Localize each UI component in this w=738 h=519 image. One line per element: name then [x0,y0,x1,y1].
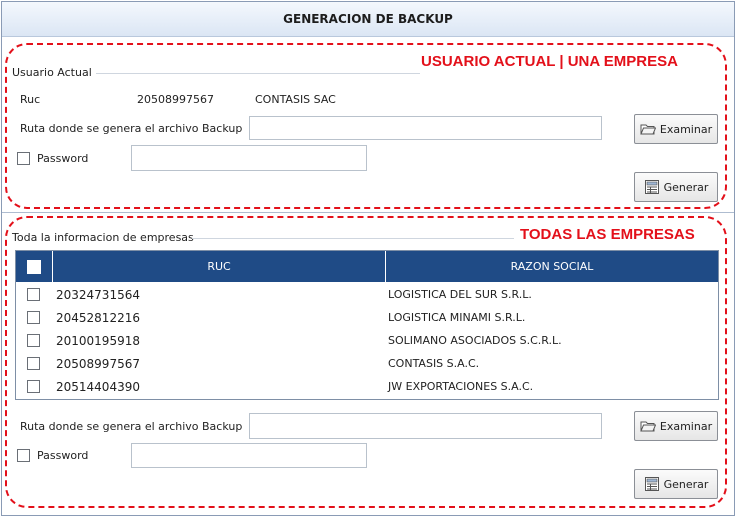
generate-backup-icon [644,477,659,491]
all-companies-group-line [192,238,514,239]
password-input[interactable] [131,145,367,171]
column-header-razon-social[interactable]: RAZON SOCIAL [386,251,718,282]
generate-button[interactable]: Generar [634,172,718,202]
row-razon-social: JW EXPORTACIONES S.A.C. [388,380,534,393]
grid-header: RUC RAZON SOCIAL [16,251,718,282]
row-ruc: 20452812216 [56,311,140,325]
column-header-ruc[interactable]: RUC [53,251,386,282]
row-ruc: 20508997567 [56,357,140,371]
row-checkbox[interactable] [27,334,40,347]
generate-backup-icon [644,180,659,194]
current-user-group-label: Usuario Actual [12,66,92,79]
path-label: Ruta donde se genera el archivo Backup [20,122,243,135]
current-user-group-line [96,73,420,74]
all-password-input[interactable] [131,443,367,468]
all-companies-group-label: Toda la informacion de empresas [12,231,194,244]
title-bar: GENERACION DE BACKUP [2,2,734,37]
row-ruc: 20324731564 [56,288,140,302]
ruc-label: Ruc [20,93,41,106]
table-row[interactable]: 20100195918 SOLIMANO ASOCIADOS S.C.R.L. [16,329,718,352]
window-title: GENERACION DE BACKUP [283,12,453,26]
ruc-value: 20508997567 [137,93,214,106]
all-path-input[interactable] [249,413,602,439]
path-input[interactable] [249,116,602,140]
row-razon-social: CONTASIS S.A.C. [388,357,480,370]
all-password-label: Password [37,449,89,462]
table-row[interactable]: 20452812216 LOGISTICA MINAMI S.R.L. [16,306,718,329]
row-razon-social: LOGISTICA MINAMI S.R.L. [388,311,526,324]
all-password-checkbox[interactable] [17,449,30,462]
password-label: Password [37,152,89,165]
all-browse-button-label: Examinar [659,419,713,433]
row-checkbox[interactable] [27,288,40,301]
all-browse-button[interactable]: Examinar [634,411,718,441]
table-row[interactable]: 20508997567 CONTASIS S.A.C. [16,352,718,375]
select-all-checkbox[interactable] [27,260,41,274]
row-ruc: 20100195918 [56,334,140,348]
folder-open-icon [640,421,656,432]
table-row[interactable]: 20324731564 LOGISTICA DEL SUR S.R.L. [16,283,718,306]
table-row[interactable]: 20514404390 JW EXPORTACIONES S.A.C. [16,375,718,398]
all-path-label: Ruta donde se genera el archivo Backup [20,420,243,433]
browse-button-label: Examinar [659,122,713,136]
row-checkbox[interactable] [27,380,40,393]
row-checkbox[interactable] [27,357,40,370]
row-ruc: 20514404390 [56,380,140,394]
row-razon-social: LOGISTICA DEL SUR S.R.L. [388,288,532,301]
row-razon-social: SOLIMANO ASOCIADOS S.C.R.L. [388,334,562,347]
current-user-annotation: USUARIO ACTUAL | UNA EMPRESA [421,53,678,70]
row-checkbox[interactable] [27,311,40,324]
folder-open-icon [640,124,656,135]
company-name: CONTASIS SAC [255,93,336,106]
password-checkbox[interactable] [17,152,30,165]
section-separator [2,212,734,213]
all-generate-button-label: Generar [663,477,709,491]
all-generate-button[interactable]: Generar [634,469,718,499]
select-all-header [16,251,53,282]
browse-button[interactable]: Examinar [634,114,718,144]
companies-grid: RUC RAZON SOCIAL 20324731564 LOGISTICA DE… [15,250,719,400]
generate-button-label: Generar [663,180,709,194]
all-companies-annotation: TODAS LAS EMPRESAS [520,226,695,243]
